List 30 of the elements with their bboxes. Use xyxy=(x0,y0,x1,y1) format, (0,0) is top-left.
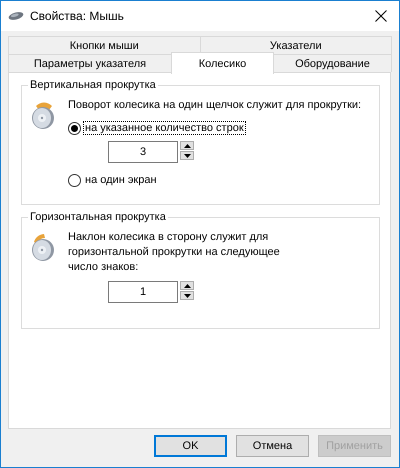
radio-button[interactable] xyxy=(68,174,81,186)
tab[interactable]: Параметры указателя xyxy=(8,54,172,72)
group-title: Вертикальная прокрутка xyxy=(28,78,158,93)
dialog-button[interactable]: Отмена xyxy=(236,435,309,457)
spin-down-button[interactable] xyxy=(180,151,194,160)
down-caret-icon xyxy=(184,294,190,298)
down-caret-icon xyxy=(184,154,190,158)
spin-up-button[interactable] xyxy=(180,281,194,290)
tab[interactable]: Колесико xyxy=(171,52,274,74)
close-icon[interactable] xyxy=(374,9,388,23)
up-caret-icon xyxy=(184,284,190,288)
window-title: Свойства: Мышь xyxy=(30,9,125,23)
number-field[interactable]: 1 xyxy=(108,281,178,303)
dialog-button[interactable]: OK xyxy=(154,435,227,457)
tab[interactable]: Кнопки мыши xyxy=(8,36,200,54)
tab[interactable]: Оборудование xyxy=(273,54,392,72)
radio-label[interactable]: на указанное количество строк xyxy=(83,121,246,135)
spin-down-button[interactable] xyxy=(180,291,194,300)
wheel-icon xyxy=(30,232,56,262)
tab[interactable]: Указатели xyxy=(200,36,392,54)
description-text: Поворот колесика на один щелчок служит для прокрутки: xyxy=(68,98,362,113)
mouse-icon xyxy=(8,11,24,21)
radio-label[interactable]: на один экран xyxy=(83,173,159,187)
radio-button[interactable] xyxy=(68,122,81,134)
description-text: Наклон колесика в сторону служит для горизонтальной прокрутки на следующее число знаков: xyxy=(68,230,281,275)
spin-up-button[interactable] xyxy=(180,141,194,150)
up-caret-icon xyxy=(184,144,190,148)
group-title: Горизонтальная прокрутка xyxy=(28,210,168,225)
number-field[interactable]: 3 xyxy=(108,141,178,163)
wheel-icon xyxy=(30,100,56,130)
